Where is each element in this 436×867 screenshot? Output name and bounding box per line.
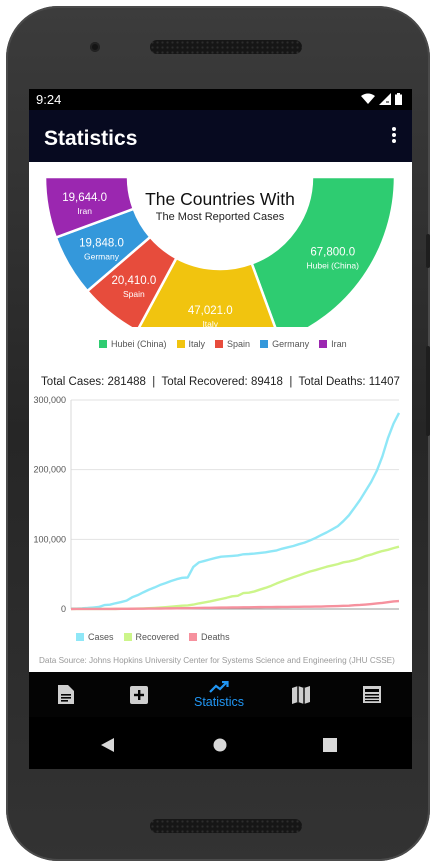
series-line-cases bbox=[70, 412, 401, 610]
y-tick-label: 300,000 bbox=[33, 395, 66, 405]
document-icon bbox=[58, 685, 74, 704]
system-navigation-bar bbox=[29, 717, 412, 769]
legend-swatch bbox=[260, 340, 269, 348]
legend-swatch bbox=[76, 633, 84, 641]
nav-label-statistics: Statistics bbox=[193, 694, 244, 709]
pie-name-label: Spain bbox=[123, 289, 145, 299]
totals-summary: Total Cases: 281488 | Total Recovered: 8… bbox=[41, 376, 400, 388]
pie-legend-item: Hubei (China) bbox=[99, 339, 167, 349]
bottom-speaker bbox=[150, 819, 302, 833]
legend-label: Deaths bbox=[201, 632, 230, 642]
pie-legend-item: Spain bbox=[215, 339, 250, 349]
statistics-content: 67,800.0 Hubei (China) 47,021.0 Italy 20,410… bbox=[29, 162, 412, 672]
y-tick-label: 0 bbox=[61, 604, 66, 614]
front-camera bbox=[90, 42, 100, 52]
pie-value-label: 19,848.0 bbox=[79, 238, 124, 250]
pie-value-label: 20,410.0 bbox=[111, 275, 156, 287]
legend-swatch bbox=[189, 633, 198, 641]
home-icon[interactable] bbox=[213, 738, 227, 752]
data-source-text: Data Source: Johns Hopkins University Ce… bbox=[39, 656, 395, 665]
more-vert-icon[interactable] bbox=[392, 127, 398, 145]
wifi-icon bbox=[361, 93, 375, 104]
legend-swatch bbox=[123, 633, 132, 641]
legend-swatch bbox=[99, 340, 107, 348]
power-button bbox=[426, 234, 430, 268]
pie-name-label: Hubei (China) bbox=[307, 261, 360, 271]
pie-name-label: Italy bbox=[202, 319, 218, 327]
legend-label: Recovered bbox=[135, 632, 180, 642]
line-legend-item: Recovered bbox=[123, 632, 180, 642]
pie-value-label: 47,021.0 bbox=[188, 305, 233, 317]
map-icon bbox=[292, 685, 310, 704]
y-tick-label: 100,000 bbox=[33, 534, 66, 544]
nav-item-news[interactable] bbox=[357, 672, 387, 717]
pie-name-label: Germany bbox=[84, 252, 120, 262]
pie-value-label: 67,800.0 bbox=[310, 247, 355, 259]
add-box-icon bbox=[130, 685, 148, 704]
back-icon[interactable] bbox=[101, 738, 115, 752]
legend-swatch bbox=[319, 340, 328, 348]
line-legend-item: Deaths bbox=[189, 632, 230, 642]
pie-legend: Hubei (China) Italy Spain Germany Iran bbox=[99, 339, 357, 349]
pie-legend-item: Germany bbox=[260, 339, 309, 349]
trending-up-icon bbox=[209, 680, 229, 693]
status-time: 9:24 bbox=[36, 92, 62, 107]
legend-label: Iran bbox=[331, 339, 347, 349]
signal-icon bbox=[379, 93, 391, 105]
nav-item-statistics[interactable]: Statistics bbox=[189, 672, 249, 717]
nav-item-map[interactable] bbox=[286, 672, 316, 717]
nav-item-documents[interactable] bbox=[51, 672, 81, 717]
countries-pie-chart: 67,800.0 Hubei (China) 47,021.0 Italy 20,410… bbox=[43, 175, 397, 327]
pie-name-label: Iran bbox=[77, 206, 92, 216]
status-icons bbox=[361, 93, 402, 105]
status-bar: 9:24 bbox=[29, 89, 412, 110]
line-legend: Cases Recovered Deaths bbox=[76, 632, 240, 642]
line-legend-item: Cases bbox=[76, 632, 114, 642]
volume-button bbox=[426, 346, 430, 436]
nav-item-add[interactable] bbox=[124, 672, 154, 717]
battery-icon bbox=[395, 93, 402, 105]
page-title: Statistics bbox=[44, 127, 138, 150]
legend-label: Germany bbox=[272, 339, 310, 349]
news-icon bbox=[363, 686, 381, 703]
cases-line-chart: 0 100,000 200,000 300,000 bbox=[33, 395, 401, 614]
bottom-navigation: Statistics bbox=[29, 672, 412, 717]
pie-value-label: 19,644.0 bbox=[62, 192, 107, 204]
pie-legend-item: Iran bbox=[319, 339, 347, 349]
legend-label: Hubei (China) bbox=[111, 339, 167, 349]
legend-label: Spain bbox=[227, 339, 251, 349]
legend-label: Cases bbox=[88, 632, 114, 642]
app-bar: Statistics bbox=[29, 110, 412, 162]
device-screen: 9:24 Statistics 67,800.0 Hubei (China) 47,… bbox=[29, 89, 412, 769]
legend-swatch bbox=[176, 340, 185, 348]
legend-label: Italy bbox=[188, 339, 206, 349]
pie-legend-item: Italy bbox=[176, 339, 206, 349]
pie-center-title: The Countries With bbox=[145, 189, 295, 209]
recents-icon[interactable] bbox=[323, 738, 337, 752]
earpiece-speaker bbox=[150, 40, 302, 54]
y-tick-label: 200,000 bbox=[33, 465, 66, 475]
legend-swatch bbox=[215, 340, 224, 348]
pie-center-subtitle: The Most Reported Cases bbox=[156, 211, 285, 223]
